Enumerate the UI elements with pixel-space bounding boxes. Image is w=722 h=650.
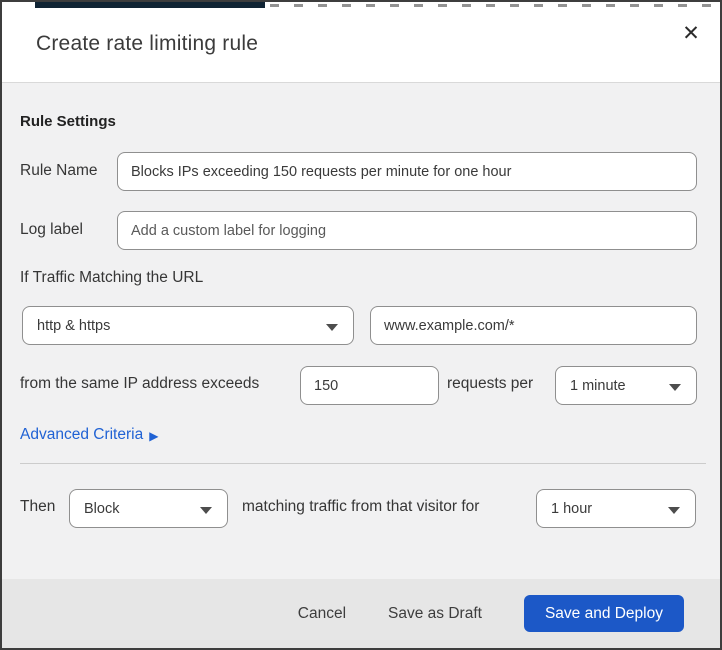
close-icon[interactable]: ✕ (676, 18, 706, 48)
save-as-draft-button[interactable]: Save as Draft (388, 605, 482, 623)
rule-name-label: Rule Name (20, 162, 98, 179)
background-navy-bar (35, 2, 265, 8)
requests-per-label: requests per (447, 375, 534, 392)
chevron-down-icon (326, 323, 338, 331)
background-obscured-text (270, 4, 714, 7)
duration-select-value: 1 hour (551, 500, 593, 517)
save-and-deploy-button[interactable]: Save and Deploy (523, 595, 684, 632)
action-select[interactable]: Block (69, 489, 228, 528)
expand-arrow-icon: ▶ (149, 429, 159, 443)
dialog-footer: Cancel Save as Draft Save and Deploy (2, 579, 720, 648)
chevron-down-icon (669, 383, 681, 391)
section-divider (20, 463, 706, 464)
log-label-label: Log label (20, 221, 83, 238)
threshold-prefix-label: from the same IP address exceeds (20, 375, 260, 392)
request-count-input[interactable] (300, 366, 439, 405)
cancel-button[interactable]: Cancel (298, 605, 346, 623)
chevron-down-icon (200, 506, 212, 514)
url-pattern-input[interactable] (370, 306, 697, 345)
background-page-sliver (2, 2, 720, 10)
dialog-title: Create rate limiting rule (36, 32, 259, 55)
rule-settings-heading: Rule Settings (20, 113, 116, 130)
duration-select[interactable]: 1 hour (536, 489, 696, 528)
scheme-select-value: http & https (37, 317, 111, 334)
dialog-header: Create rate limiting rule ✕ (2, 10, 720, 82)
advanced-criteria-link[interactable]: Advanced Criteria ▶ (20, 426, 158, 444)
action-middle-label: matching traffic from that visitor for (242, 498, 480, 515)
action-select-value: Block (84, 500, 120, 517)
period-select-value: 1 minute (570, 377, 626, 394)
chevron-down-icon (668, 506, 680, 514)
then-label: Then (20, 498, 56, 515)
period-select[interactable]: 1 minute (555, 366, 697, 405)
advanced-criteria-label: Advanced Criteria (20, 426, 144, 443)
traffic-match-label: If Traffic Matching the URL (20, 269, 204, 286)
rate-limit-dialog: Create rate limiting rule ✕ Rule Setting… (0, 0, 722, 650)
log-label-input[interactable] (117, 211, 697, 250)
scheme-select[interactable]: http & https (22, 306, 354, 345)
rule-name-input[interactable] (117, 152, 697, 191)
